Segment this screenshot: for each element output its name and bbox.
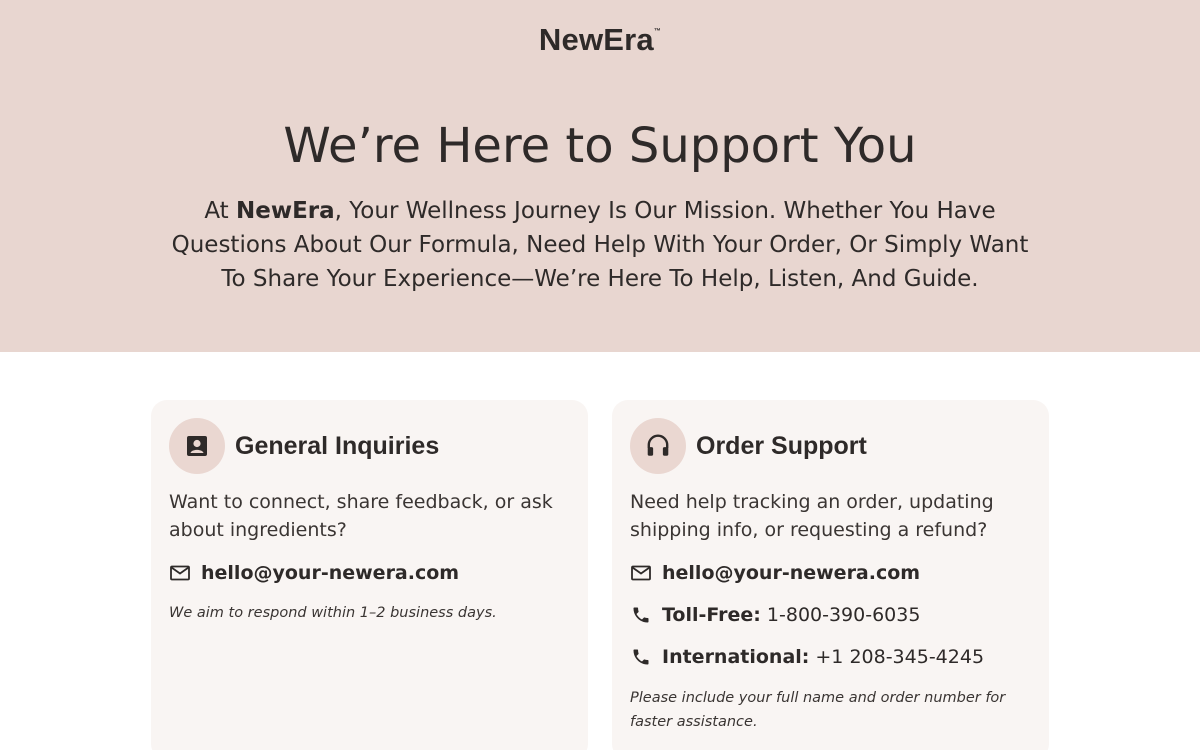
- tollfree-label: Toll-Free:: [662, 604, 761, 626]
- tollfree-row: Toll-Free: 1-800-390-6035: [630, 604, 920, 626]
- general-inquiries-card: General Inquiries Want to connect, share…: [151, 400, 588, 750]
- order-support-card: Order Support Need help tracking an orde…: [612, 400, 1049, 750]
- trademark-mark: ™: [653, 28, 662, 35]
- card-description: Need help tracking an order, updating sh…: [630, 491, 994, 541]
- order-note: Please include your full name and order …: [630, 690, 1006, 730]
- mail-icon: [630, 562, 652, 584]
- hero-desc-brand: NewEra: [236, 198, 335, 224]
- hero-description: At NewEra, Your Wellness Journey Is Our …: [160, 194, 1040, 296]
- card-title: General Inquiries: [235, 431, 440, 460]
- phone-icon: [630, 604, 652, 626]
- card-description: Want to connect, share feedback, or ask …: [169, 491, 553, 541]
- brand-name: NewEra: [538, 22, 654, 57]
- email-link[interactable]: hello@your-newera.com: [662, 562, 920, 584]
- email-row: hello@your-newera.com: [630, 562, 926, 584]
- international-label: International:: [662, 646, 810, 668]
- email-link[interactable]: hello@your-newera.com: [201, 562, 459, 584]
- headset-icon: [630, 418, 686, 474]
- email-row: hello@your-newera.com: [169, 562, 465, 584]
- international-number[interactable]: +1 208-345-4245: [815, 646, 984, 668]
- tollfree-number[interactable]: 1-800-390-6035: [767, 604, 921, 626]
- mail-icon: [169, 562, 191, 584]
- hero-desc-prefix: At: [204, 198, 236, 224]
- international-row: International: +1 208-345-4245: [630, 646, 984, 668]
- hero-section: NewEra™ We’re Here to Support You At New…: [0, 0, 1200, 352]
- card-header: Order Support: [630, 418, 867, 474]
- card-title: Order Support: [696, 431, 867, 460]
- page-title: We’re Here to Support You: [283, 118, 917, 174]
- card-header: General Inquiries: [169, 418, 439, 474]
- brand-logo[interactable]: NewEra™: [0, 22, 1200, 58]
- phone-icon: [630, 646, 652, 668]
- contact-card-icon: [169, 418, 225, 474]
- response-note: We aim to respond within 1–2 business da…: [169, 605, 497, 621]
